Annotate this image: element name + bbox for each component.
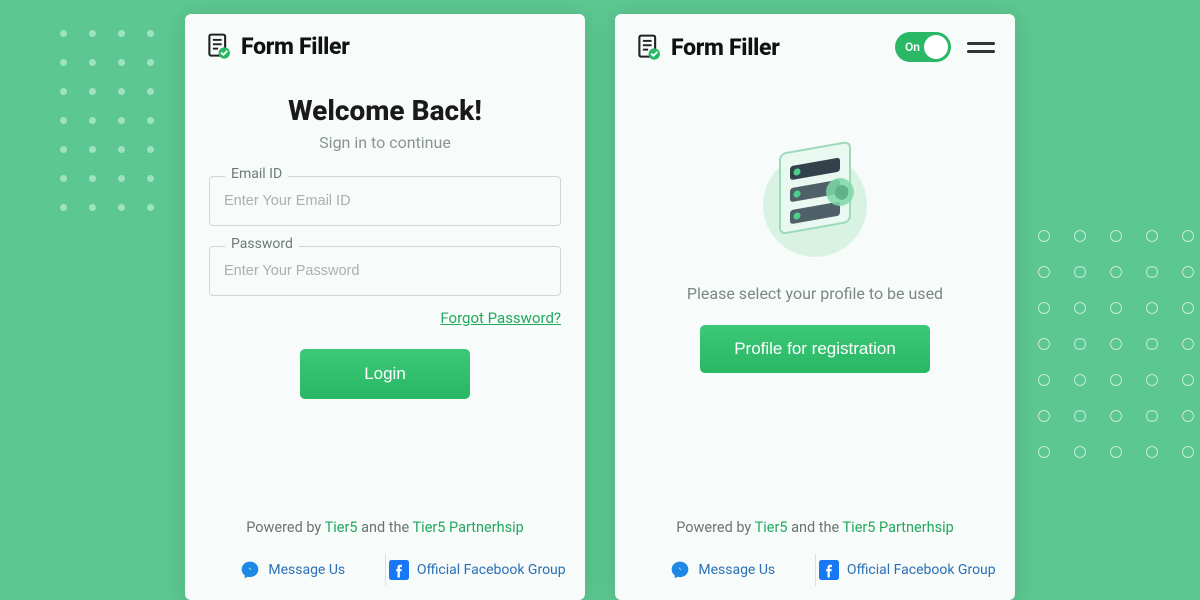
password-input[interactable] [209,246,561,296]
enable-toggle[interactable]: On [895,32,951,62]
message-us-link[interactable]: Message Us [631,554,816,586]
app-logo-icon [205,32,233,60]
messenger-icon [240,560,260,580]
card-footer: Powered by Tier5 and the Tier5 Partnerhs… [185,503,585,600]
login-body: Welcome Back! Sign in to continue Email … [185,68,585,503]
password-label: Password [225,236,299,252]
profile-card: Form Filler On [615,14,1015,600]
toggle-label: On [905,40,920,54]
footer-links: Message Us Official Facebook Group [631,554,999,586]
footer-links: Message Us Official Facebook Group [201,554,569,586]
menu-icon[interactable] [967,42,995,53]
decorative-circle-grid [1038,230,1194,458]
messenger-icon [670,560,690,580]
forgot-row: Forgot Password? [209,308,561,327]
profile-illustration-icon [740,130,890,260]
tier5-link[interactable]: Tier5 [755,519,788,536]
welcome-subtitle: Sign in to continue [209,133,561,152]
login-card: Form Filler Welcome Back! Sign in to con… [185,14,585,600]
decorative-dot-grid [60,30,154,211]
facebook-group-link[interactable]: Official Facebook Group [816,554,1000,586]
card-header: Form Filler On [615,14,1015,70]
email-field-group: Email ID [209,176,561,226]
app-logo-icon [635,33,663,61]
facebook-icon [389,560,409,580]
powered-by-text: Powered by Tier5 and the Tier5 Partnerhs… [201,519,569,536]
profile-select-button[interactable]: Profile for registration [700,325,930,373]
password-field-group: Password [209,246,561,296]
facebook-icon [819,560,839,580]
profile-prompt: Please select your profile to be used [639,284,991,303]
tier5-link[interactable]: Tier5 [325,519,358,536]
card-footer: Powered by Tier5 and the Tier5 Partnerhs… [615,503,1015,600]
facebook-group-link[interactable]: Official Facebook Group [386,554,570,586]
app-title: Form Filler [241,33,349,60]
login-button[interactable]: Login [300,349,470,399]
email-input[interactable] [209,176,561,226]
powered-by-text: Powered by Tier5 and the Tier5 Partnerhs… [631,519,999,536]
tier5-partnership-link[interactable]: Tier5 Partnerhsip [843,519,954,536]
app-title: Form Filler [671,34,779,61]
profile-body: Please select your profile to be used Pr… [615,70,1015,503]
forgot-password-link[interactable]: Forgot Password? [440,309,561,327]
tier5-partnership-link[interactable]: Tier5 Partnerhsip [413,519,524,536]
welcome-title: Welcome Back! [209,94,561,127]
message-us-link[interactable]: Message Us [201,554,386,586]
card-header: Form Filler [185,14,585,68]
email-label: Email ID [225,166,288,182]
toggle-knob [924,35,948,59]
